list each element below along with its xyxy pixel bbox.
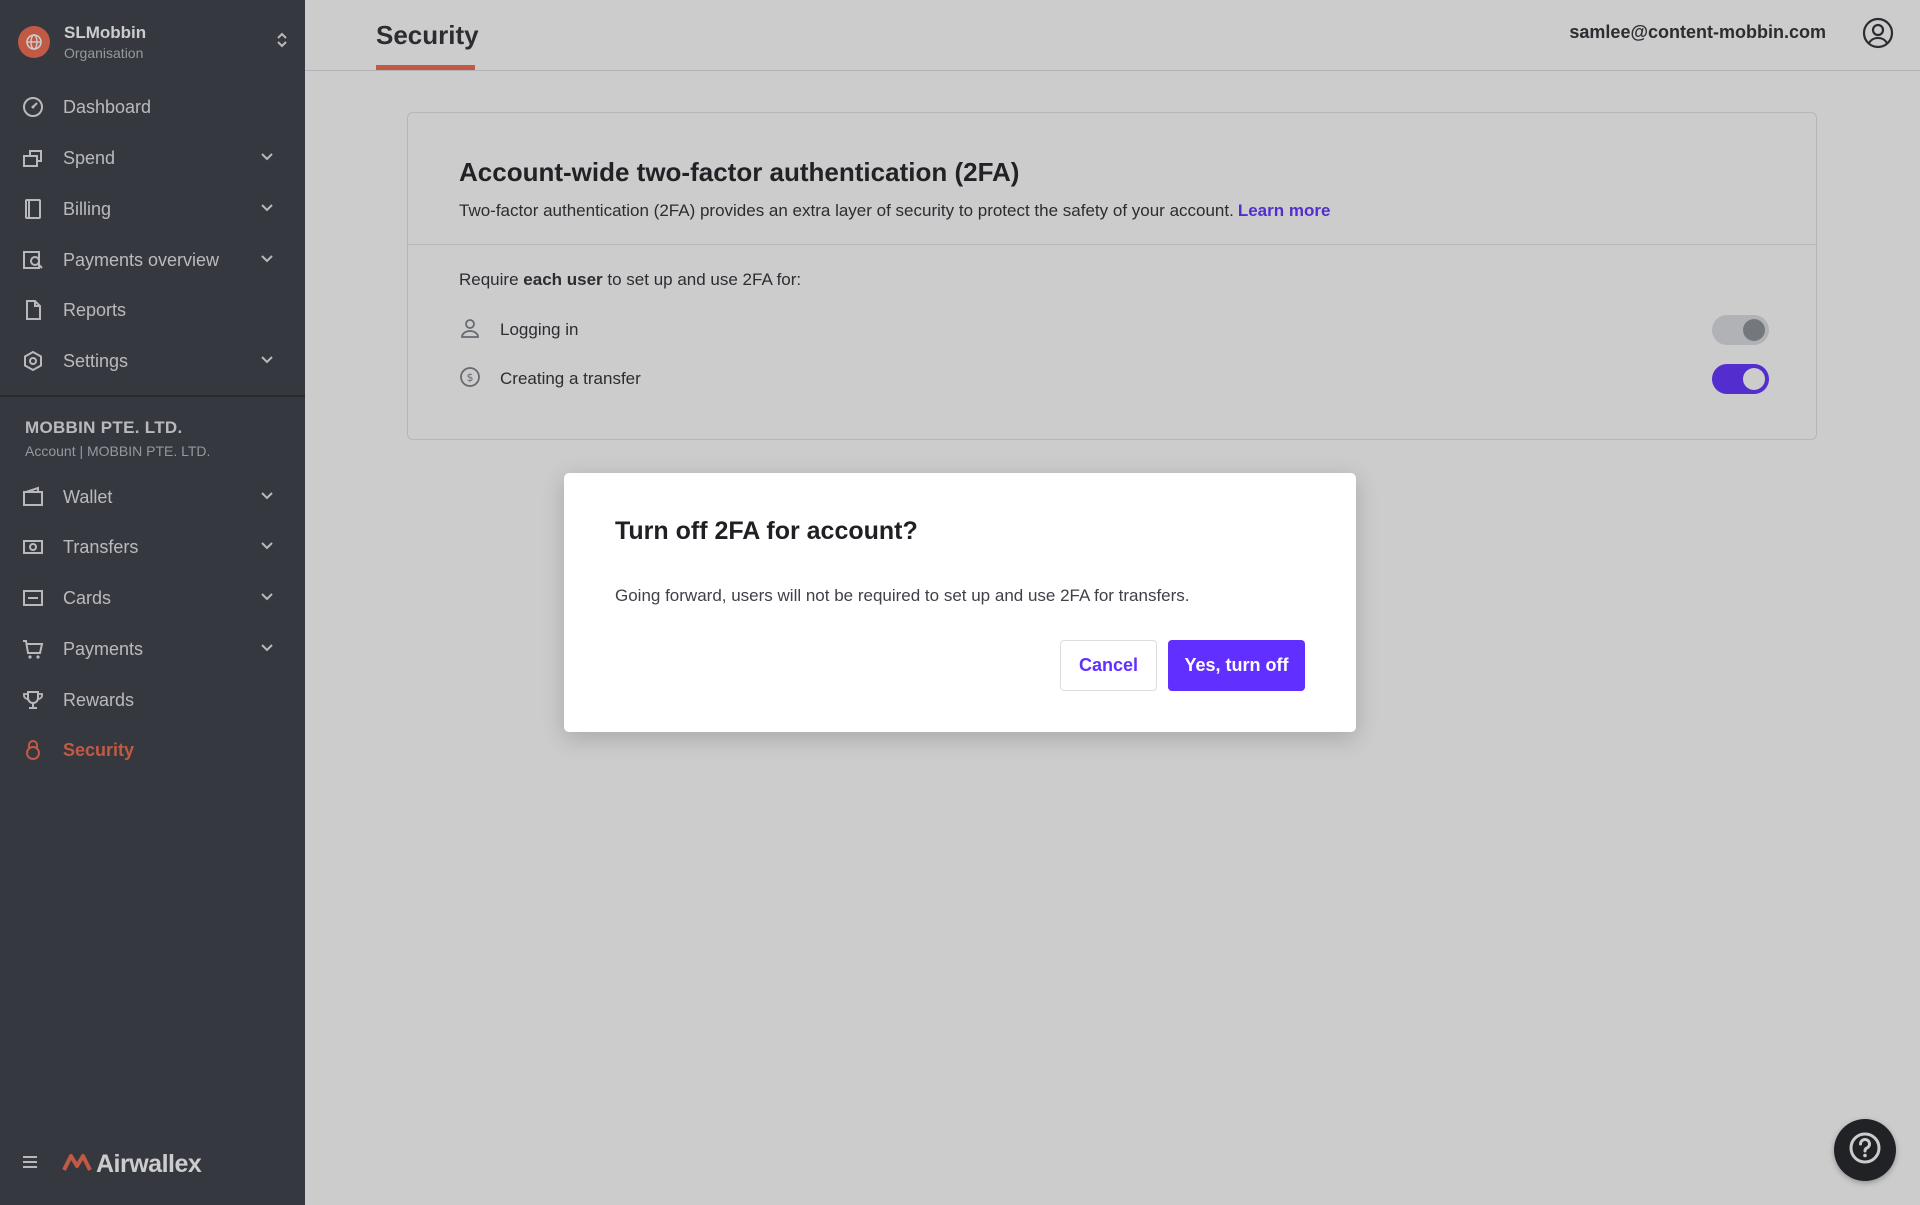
dialog-title: Turn off 2FA for account? bbox=[615, 517, 918, 545]
cancel-button[interactable]: Cancel bbox=[1060, 640, 1157, 691]
turn-off-2fa-dialog: Turn off 2FA for account? Going forward,… bbox=[564, 473, 1356, 732]
dialog-body: Going forward, users will not be require… bbox=[615, 586, 1190, 605]
confirm-turn-off-button[interactable]: Yes, turn off bbox=[1168, 640, 1305, 691]
